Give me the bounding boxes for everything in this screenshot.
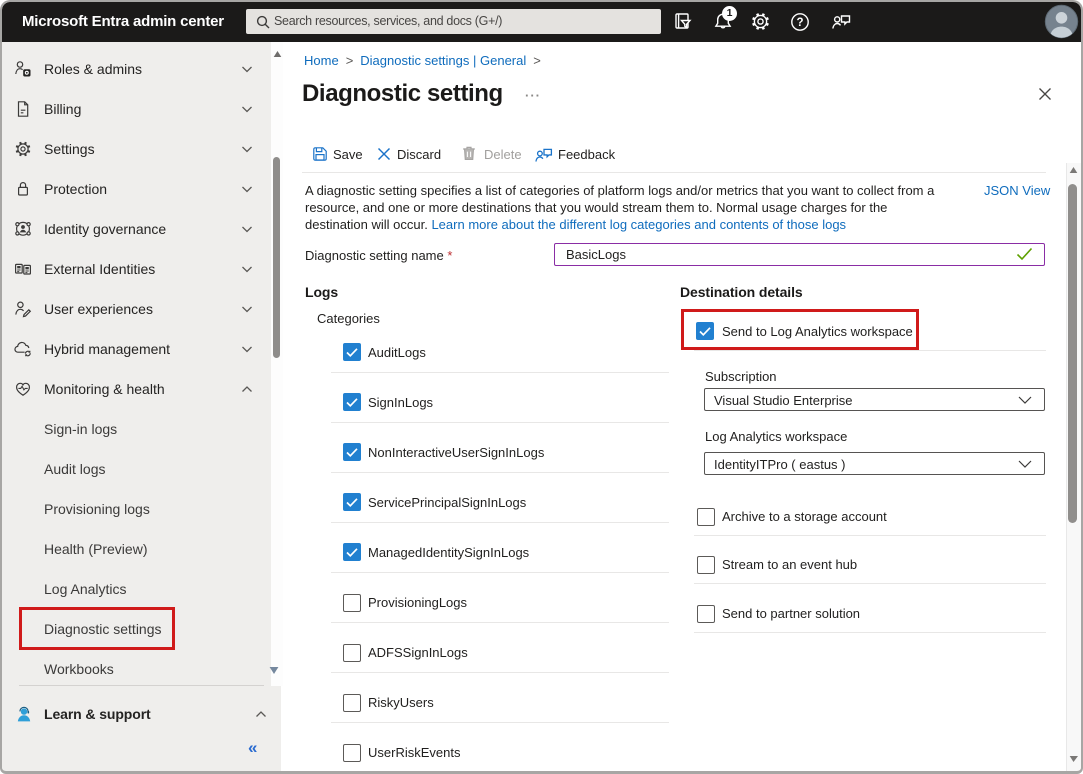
svg-text:?: ? bbox=[796, 17, 803, 29]
